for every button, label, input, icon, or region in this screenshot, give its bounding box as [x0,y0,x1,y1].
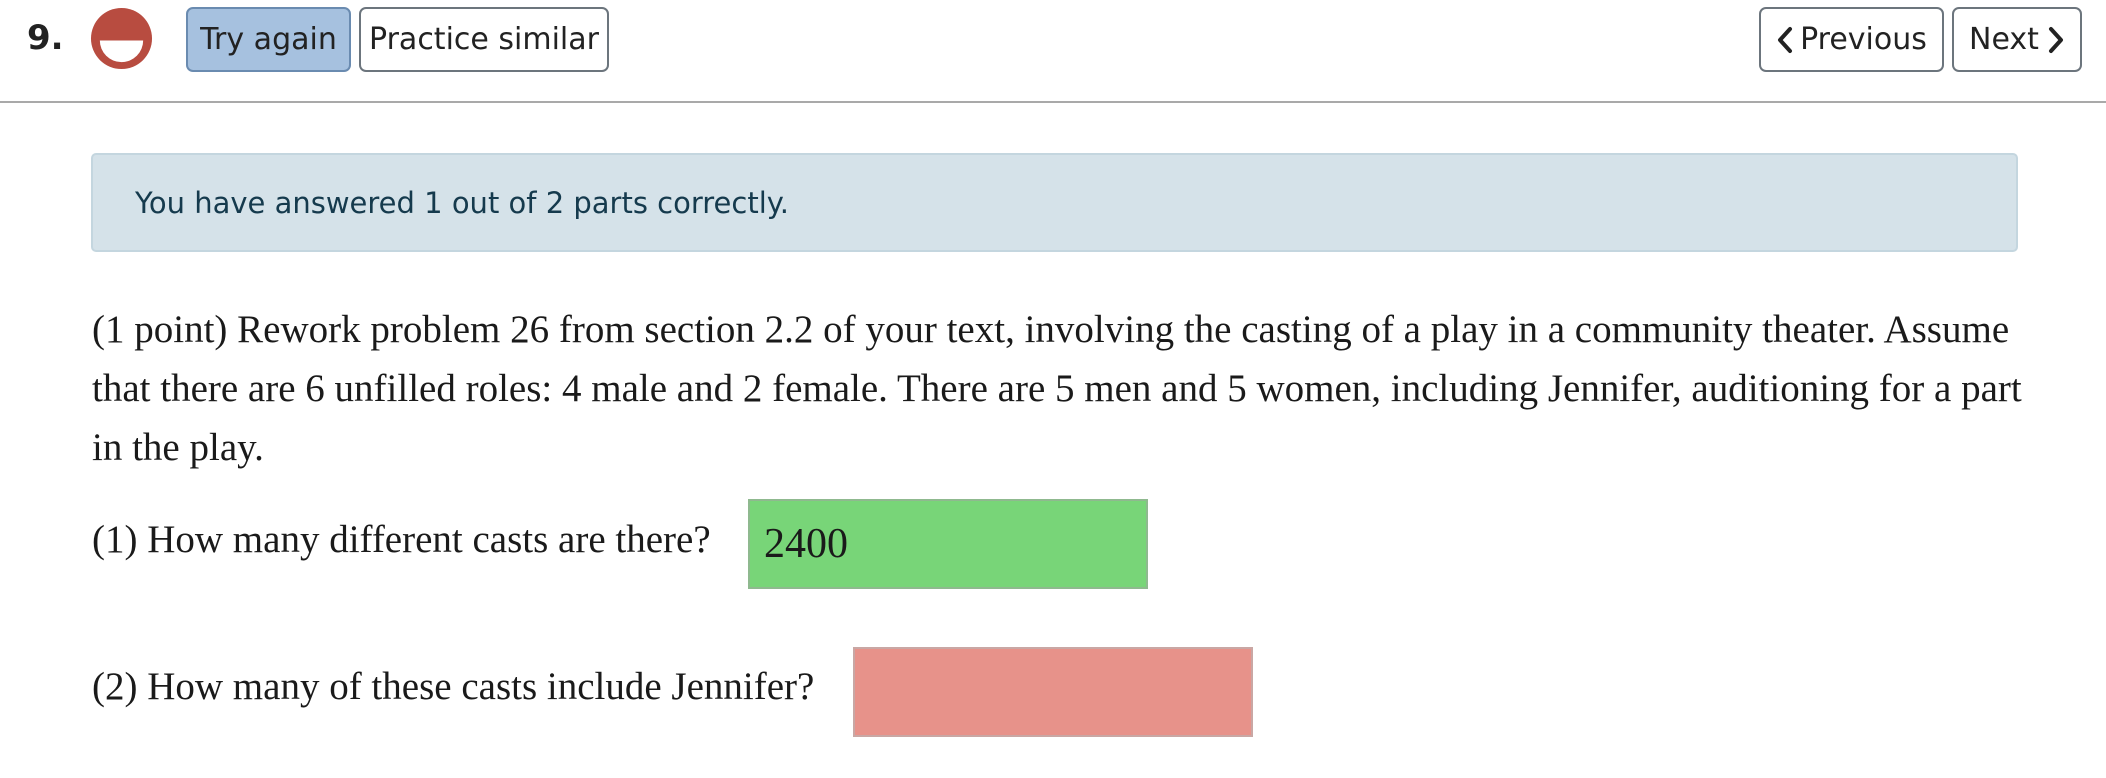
chevron-right-icon [2048,26,2063,53]
part-2-prompt: (2) How many of these casts include Jenn… [92,665,815,708]
question-number: 9. [27,18,64,58]
next-label: Next [1969,22,2039,57]
practice-similar-button[interactable]: Practice similar [359,7,609,72]
problem-statement: (1 point) Rework problem 26 from section… [92,308,2022,469]
part-2-answer-input[interactable] [853,647,1253,737]
next-button[interactable]: Next [1952,7,2082,72]
chevron-left-icon [1778,26,1793,53]
previous-button[interactable]: Previous [1759,7,1944,72]
question-toolbar: 9. Try again Practice similar Previous N… [0,0,2106,103]
try-again-button[interactable]: Try again [186,7,351,72]
part-1-prompt: (1) How many different casts are there? [92,518,711,561]
previous-label: Previous [1800,22,1927,57]
part-1-answer-input[interactable]: 2400 [748,499,1148,589]
half-correct-icon [90,7,153,70]
status-message: You have answered 1 out of 2 parts corre… [135,185,790,220]
status-alert: You have answered 1 out of 2 parts corre… [91,153,2018,252]
